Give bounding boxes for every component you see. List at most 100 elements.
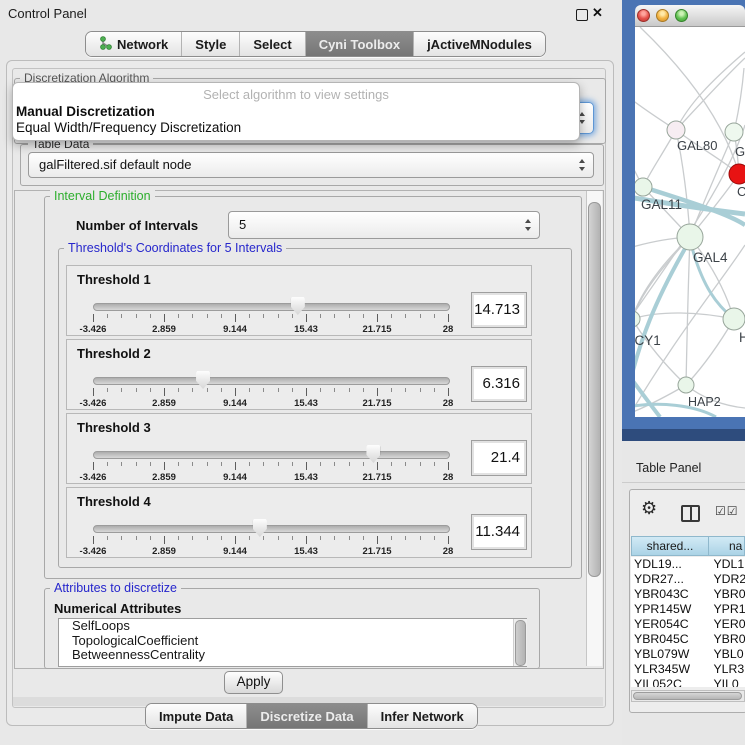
- network-edge[interactable]: [686, 237, 690, 385]
- column-header-shared-name[interactable]: shared...: [631, 536, 709, 556]
- slider-track[interactable]: [93, 377, 450, 385]
- threshold-1-slider[interactable]: -3.4262.8599.14415.4321.71528: [93, 298, 448, 336]
- column-header-name[interactable]: na: [708, 536, 745, 556]
- cell-name[interactable]: YLR3: [705, 662, 745, 677]
- attribute-list-item[interactable]: SelfLoops: [59, 619, 526, 634]
- tab-jactivemnodules[interactable]: jActiveMNodules: [414, 32, 545, 56]
- tab-discretize-data[interactable]: Discretize Data: [247, 704, 367, 728]
- network-edge[interactable]: [635, 240, 690, 400]
- cell-shared-name[interactable]: YDL19...: [631, 557, 705, 572]
- cell-name[interactable]: YBL0: [705, 647, 745, 662]
- threshold-4-slider[interactable]: -3.4262.8599.14415.4321.71528: [93, 520, 448, 558]
- dropdown-option-manual-discretization[interactable]: Manual Discretization: [16, 104, 155, 119]
- network-window-titlebar[interactable]: [635, 5, 745, 27]
- tick-label: 28: [443, 324, 454, 335]
- cell-shared-name[interactable]: YBR043C: [631, 587, 705, 602]
- column-layout-icon[interactable]: [681, 505, 700, 522]
- number-of-intervals-combobox[interactable]: 5: [228, 211, 540, 239]
- tab-style[interactable]: Style: [182, 32, 240, 56]
- close-icon[interactable]: ✕: [592, 5, 603, 21]
- cell-shared-name[interactable]: YLR345W: [631, 662, 705, 677]
- network-edge[interactable]: [686, 319, 734, 385]
- minimize-traffic-light[interactable]: [656, 9, 669, 22]
- network-edge[interactable]: [734, 68, 744, 132]
- tab-impute-data[interactable]: Impute Data: [146, 704, 247, 728]
- table-row[interactable]: YPR145WYPR1: [631, 602, 745, 617]
- cell-shared-name[interactable]: YPR145W: [631, 602, 705, 617]
- select-columns-icon[interactable]: ☑☑: [715, 504, 739, 518]
- slider-thumb[interactable]: [366, 445, 380, 463]
- cell-shared-name[interactable]: YDR27...: [631, 572, 705, 587]
- table-row[interactable]: YBR045CYBR0: [631, 632, 745, 647]
- zoom-traffic-light[interactable]: [675, 9, 688, 22]
- table-row[interactable]: YBR043CYBR0: [631, 587, 745, 602]
- dropdown-hint-item[interactable]: Select algorithm to view settings: [13, 87, 579, 102]
- tab-network[interactable]: Network: [86, 32, 182, 56]
- table-data-combobox[interactable]: galFiltered.sif default node: [28, 152, 594, 178]
- cyni-bottom-tabs: Impute Data Discretize Data Infer Networ…: [145, 703, 478, 729]
- cell-shared-name[interactable]: YIL052C: [631, 677, 705, 687]
- table-row[interactable]: YBL079WYBL0: [631, 647, 745, 662]
- horizontal-scrollbar-thumb[interactable]: [633, 692, 742, 700]
- network-node[interactable]: [677, 224, 703, 250]
- threshold-1-value-field[interactable]: 14.713: [471, 292, 527, 328]
- number-of-intervals-label: Number of Intervals: [76, 218, 198, 233]
- tab-infer-network[interactable]: Infer Network: [368, 704, 477, 728]
- cell-shared-name[interactable]: YER054C: [631, 617, 705, 632]
- slider-track[interactable]: [93, 303, 450, 311]
- table-row[interactable]: YDL19...YDL1: [631, 557, 745, 572]
- numerical-attributes-list[interactable]: SelfLoopsTopologicalCoefficientBetweenne…: [58, 618, 527, 667]
- cell-shared-name[interactable]: YBL079W: [631, 647, 705, 662]
- tab-select[interactable]: Select: [240, 32, 305, 56]
- network-edge[interactable]: [635, 237, 690, 319]
- threshold-3-value-field[interactable]: 21.4: [471, 440, 527, 476]
- table-row[interactable]: YIL052CYIL0: [631, 677, 745, 687]
- threshold-4-value-field[interactable]: 11.344: [471, 514, 527, 550]
- threshold-3-slider[interactable]: -3.4262.8599.14415.4321.71528: [93, 446, 448, 484]
- cell-name[interactable]: YDR2: [705, 572, 745, 587]
- cell-name[interactable]: YDL1: [705, 557, 745, 572]
- cell-name[interactable]: YPR1: [705, 602, 745, 617]
- float-window-icon[interactable]: [576, 9, 588, 21]
- tab-cyni-toolbox[interactable]: Cyni Toolbox: [306, 32, 414, 56]
- attribute-list-item[interactable]: TopologicalCoefficient: [59, 634, 526, 649]
- cell-name[interactable]: YBR0: [705, 587, 745, 602]
- tick-label: 28: [443, 546, 454, 557]
- cell-name[interactable]: YER0: [705, 617, 745, 632]
- network-node[interactable]: [678, 377, 694, 393]
- network-node[interactable]: [729, 164, 745, 184]
- dropdown-option-equal-width-frequency[interactable]: Equal Width/Frequency Discretization: [16, 120, 241, 135]
- vertical-scrollbar-thumb[interactable]: [588, 202, 601, 577]
- gear-icon[interactable]: ⚙: [641, 499, 657, 517]
- tab-label: Network: [117, 37, 168, 52]
- slider-track[interactable]: [93, 451, 450, 459]
- slider-thumb[interactable]: [291, 297, 305, 315]
- network-edge[interactable]: [635, 319, 686, 385]
- threshold-2-slider[interactable]: -3.4262.8599.14415.4321.71528: [93, 372, 448, 410]
- cell-name[interactable]: YIL0: [705, 677, 745, 687]
- threshold-1-panel: Threshold 1 -3.4262.8599.14415.4321.7152…: [66, 265, 532, 336]
- apply-button[interactable]: Apply: [224, 671, 283, 694]
- table-row[interactable]: YER054CYER0: [631, 617, 745, 632]
- threshold-2-value-field[interactable]: 6.316: [471, 366, 527, 402]
- table-row[interactable]: YLR345WYLR3: [631, 662, 745, 677]
- attributes-scrollbar-thumb[interactable]: [515, 620, 526, 666]
- network-edge[interactable]: [643, 130, 676, 187]
- network-node[interactable]: [723, 308, 745, 330]
- cell-name[interactable]: YBR0: [705, 632, 745, 647]
- network-node[interactable]: [667, 121, 685, 139]
- attribute-list-item[interactable]: BetweennessCentrality: [59, 648, 526, 663]
- cell-shared-name[interactable]: YBR045C: [631, 632, 705, 647]
- slider-thumb[interactable]: [196, 371, 210, 389]
- network-edge[interactable]: [676, 58, 745, 130]
- network-edge[interactable]: [635, 385, 686, 416]
- slider-thumb[interactable]: [253, 519, 267, 537]
- network-node[interactable]: [725, 123, 743, 141]
- close-traffic-light[interactable]: [637, 9, 650, 22]
- network-node[interactable]: [635, 311, 640, 327]
- network-view-canvas[interactable]: GAL80GACGAL11GAL4GCY1HHAP2: [635, 27, 745, 417]
- slider-track[interactable]: [93, 525, 450, 533]
- tick-mark: [320, 462, 321, 466]
- table-row[interactable]: YDR27...YDR2: [631, 572, 745, 587]
- network-node[interactable]: [635, 178, 652, 196]
